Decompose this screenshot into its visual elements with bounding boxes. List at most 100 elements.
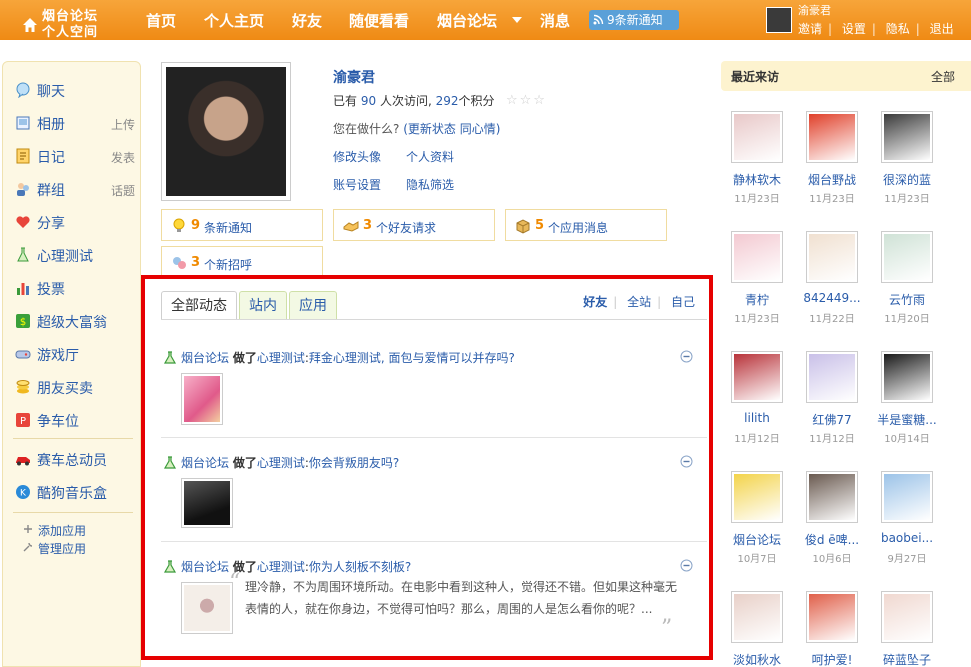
visitor-name[interactable]: 842449...	[796, 291, 868, 305]
visitor-card[interactable]: 淡如秋水	[721, 591, 801, 667]
feed-title-link[interactable]: 拜金心理测试, 面包与爱情可以并存吗?	[309, 351, 515, 365]
greeting-box[interactable]: 3 个新招呼	[161, 246, 323, 278]
feed-title-link[interactable]: 你为人刻板不刻板?	[309, 560, 411, 574]
visitor-name[interactable]: baobei...	[871, 531, 943, 545]
visitor-card[interactable]: 碎蓝坠子	[871, 591, 951, 667]
visitor-name[interactable]: 烟台论坛	[721, 531, 793, 548]
visitor-avatar[interactable]	[881, 471, 933, 523]
feed-thumbnail[interactable]	[181, 373, 223, 425]
sidebar-item[interactable]: 朋友买卖	[15, 377, 135, 399]
profile-photo[interactable]	[161, 62, 291, 201]
visitor-card[interactable]: 烟台论坛 10月7日	[721, 471, 801, 571]
privacy-filter-link[interactable]: 隐私筛选	[406, 176, 454, 193]
sidebar-item[interactable]: 游戏厅	[15, 344, 135, 366]
sidebar-item[interactable]: 相册 上传	[15, 113, 135, 135]
visit-count[interactable]: 90	[361, 94, 376, 108]
visitor-name[interactable]: 碎蓝坠子	[871, 651, 943, 667]
feed-title-link[interactable]: 你会背叛朋友吗?	[309, 456, 399, 470]
visitor-name[interactable]: 呵护爱!	[796, 651, 868, 667]
visitor-avatar[interactable]	[881, 591, 933, 643]
filter-self[interactable]: 自己	[671, 295, 695, 309]
visitor-card[interactable]: 静林软木 11月23日	[721, 111, 801, 211]
nav-browse[interactable]: 随便看看	[349, 10, 409, 31]
nav-friends[interactable]: 好友	[292, 10, 322, 31]
update-status-link[interactable]: (更新状态	[403, 122, 456, 136]
visitor-avatar[interactable]	[806, 111, 858, 163]
tab-apps[interactable]: 应用	[289, 291, 337, 319]
sidebar-item-action[interactable]: 上传	[111, 116, 135, 133]
view-all-visitors-link[interactable]: 全部	[931, 68, 955, 85]
visitor-avatar[interactable]	[881, 351, 933, 403]
nav-my-page[interactable]: 个人主页	[204, 10, 264, 31]
sidebar-item[interactable]: 日记 发表	[15, 146, 135, 168]
points-count[interactable]: 292	[436, 94, 459, 108]
visitor-card[interactable]: baobei... 9月27日	[871, 471, 951, 571]
account-settings-link[interactable]: 账号设置	[333, 176, 381, 193]
feed-app-link[interactable]: 心理测试	[257, 560, 305, 574]
visitor-card[interactable]: 很深的蓝 11月23日	[871, 111, 951, 211]
visitor-card[interactable]: lilith 11月12日	[721, 351, 801, 451]
tab-all-activity[interactable]: 全部动态	[161, 291, 237, 319]
visitor-name[interactable]: lilith	[721, 411, 793, 425]
site-logo[interactable]: 烟台论坛 个人空间	[20, 3, 120, 40]
sidebar-item[interactable]: 分享	[15, 212, 135, 234]
privacy-link[interactable]: 隐私	[886, 20, 910, 37]
visitor-name[interactable]: 淡如秋水	[721, 651, 793, 667]
top-username[interactable]: 渝豪君	[798, 2, 831, 18]
visitor-avatar[interactable]	[731, 471, 783, 523]
sidebar-item[interactable]: 心理测试	[15, 245, 135, 267]
visitor-avatar[interactable]	[806, 351, 858, 403]
visitor-name[interactable]: 静林软木	[721, 171, 793, 188]
visitor-card[interactable]: 红佛77 11月12日	[796, 351, 876, 451]
sidebar-item[interactable]: P 争车位	[15, 410, 135, 432]
nav-home[interactable]: 首页	[146, 10, 176, 31]
visitor-avatar[interactable]	[881, 111, 933, 163]
app-message-box[interactable]: 5 个应用消息	[505, 209, 667, 241]
collapse-icon[interactable]	[680, 455, 693, 468]
feed-thumbnail[interactable]	[181, 478, 233, 528]
visitor-avatar[interactable]	[806, 231, 858, 283]
visitor-card[interactable]: 烟台野战 11月23日	[796, 111, 876, 211]
visitor-avatar[interactable]	[806, 471, 858, 523]
visitor-avatar[interactable]	[731, 231, 783, 283]
feed-app-link[interactable]: 心理测试	[257, 351, 305, 365]
visitor-avatar[interactable]	[731, 111, 783, 163]
chevron-down-icon[interactable]	[512, 17, 522, 23]
visitor-card[interactable]: 呵护爱!	[796, 591, 876, 667]
sidebar-item[interactable]: $ 超级大富翁	[15, 311, 135, 333]
visitor-name[interactable]: 很深的蓝	[871, 171, 943, 188]
profile-name[interactable]: 渝豪君	[333, 67, 375, 87]
visitor-name[interactable]: 云竹雨	[871, 291, 943, 308]
feed-thumbnail[interactable]	[181, 582, 233, 634]
sidebar-item[interactable]: 赛车总动员	[15, 449, 135, 471]
visitor-avatar[interactable]	[806, 591, 858, 643]
invite-link[interactable]: 邀请	[798, 20, 822, 37]
visitor-avatar[interactable]	[881, 231, 933, 283]
filter-all-site[interactable]: 全站	[627, 295, 651, 309]
visitor-name[interactable]: 半是蜜糖...	[871, 411, 943, 428]
filter-friends[interactable]: 好友	[583, 295, 607, 309]
tab-site[interactable]: 站内	[239, 291, 287, 319]
settings-link[interactable]: 设置	[842, 20, 866, 37]
feed-user-link[interactable]: 烟台论坛	[181, 560, 229, 574]
visitor-card[interactable]: 俊d ē啤... 10月6日	[796, 471, 876, 571]
mood-link[interactable]: 同心情)	[460, 122, 501, 136]
collapse-icon[interactable]	[680, 350, 693, 363]
new-notice-button[interactable]: 9条新通知	[589, 10, 679, 30]
visitor-card[interactable]: 云竹雨 11月20日	[871, 231, 951, 331]
sidebar-item-action[interactable]: 话题	[111, 182, 135, 199]
feed-user-link[interactable]: 烟台论坛	[181, 456, 229, 470]
friend-request-box[interactable]: 3 个好友请求	[333, 209, 495, 241]
visitor-name[interactable]: 红佛77	[796, 411, 868, 428]
collapse-icon[interactable]	[680, 559, 693, 572]
sidebar-item-action[interactable]: 发表	[111, 149, 135, 166]
visitor-avatar[interactable]	[731, 351, 783, 403]
sidebar-item[interactable]: 投票	[15, 278, 135, 300]
visitor-card[interactable]: 842449... 11月22日	[796, 231, 876, 331]
profile-info-link[interactable]: 个人资料	[406, 148, 454, 165]
visitor-name[interactable]: 青柠	[721, 291, 793, 308]
nav-messages[interactable]: 消息	[540, 10, 570, 31]
edit-avatar-link[interactable]: 修改头像	[333, 148, 381, 165]
visitor-card[interactable]: 半是蜜糖... 10月14日	[871, 351, 951, 451]
feed-user-link[interactable]: 烟台论坛	[181, 351, 229, 365]
